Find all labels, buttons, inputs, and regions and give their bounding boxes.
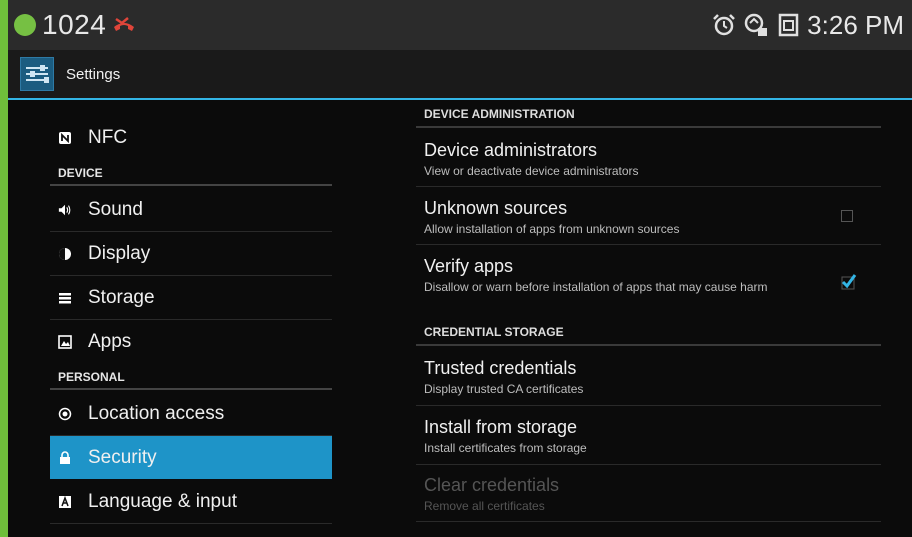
- sidebar-item-apps[interactable]: Apps: [50, 320, 332, 363]
- sync-icon: [744, 13, 768, 36]
- sidebar-item-location-access[interactable]: Location access: [50, 392, 332, 436]
- status-time: 3:26 PM: [807, 9, 904, 40]
- setting-subtitle: Remove all certificates: [424, 499, 545, 513]
- left-edge-border: [0, 0, 8, 537]
- setting-subtitle: View or deactivate device administrators: [424, 164, 639, 178]
- section-header-credential-storage: CREDENTIAL STORAGE: [416, 320, 881, 346]
- sidebar-item-label: Storage: [88, 286, 155, 308]
- setting-trusted-credentials[interactable]: Trusted credentials Display trusted CA c…: [416, 348, 881, 406]
- sidebar-item-label: Display: [88, 242, 151, 264]
- sound-icon: [58, 203, 72, 217]
- sidebar-item-label: Security: [88, 446, 157, 468]
- unknown-sources-checkbox[interactable]: [841, 210, 853, 222]
- sidebar-item-sound[interactable]: Sound: [50, 188, 332, 232]
- sidebar-item-nfc[interactable]: NFC: [50, 116, 332, 159]
- setting-install-from-storage[interactable]: Install from storage Install certificate…: [416, 407, 881, 465]
- setting-subtitle: Allow installation of apps from unknown …: [424, 222, 680, 236]
- setting-title: Clear credentials: [424, 475, 560, 495]
- status-left-group: 1024: [8, 9, 138, 41]
- sidebar-item-label: Location access: [88, 402, 225, 424]
- status-right-group: 3:26 PM: [711, 10, 904, 41]
- sidebar-header-personal: PERSONAL: [50, 366, 332, 390]
- display-icon: [58, 247, 72, 261]
- setting-subtitle: Install certificates from storage: [424, 441, 587, 455]
- section-header-device-administration: DEVICE ADMINISTRATION: [416, 102, 881, 128]
- setting-clear-credentials: Clear credentials Remove all certificate…: [416, 466, 881, 522]
- sidebar-header-device: DEVICE: [50, 162, 332, 186]
- sidebar-item-label: Apps: [88, 330, 132, 352]
- sidebar-item-label: Sound: [88, 198, 143, 220]
- sidebar-item-label: NFC: [88, 126, 128, 148]
- sidebar-item-security[interactable]: Security: [50, 436, 332, 479]
- sidebar-item-storage[interactable]: Storage: [50, 276, 332, 320]
- setting-title: Verify apps: [424, 256, 514, 276]
- screenshot-icon: [778, 13, 799, 37]
- setting-title: Trusted credentials: [424, 358, 577, 378]
- sidebar-item-display[interactable]: Display: [50, 232, 332, 276]
- language-icon: [58, 495, 72, 509]
- lock-icon: [58, 450, 72, 465]
- settings-app-icon[interactable]: [20, 57, 54, 91]
- android-settings-window: 1024 3:26 PM Settings NFC DEVICE Sound D…: [0, 0, 912, 537]
- sidebar-item-language-input[interactable]: Language & input: [50, 480, 332, 524]
- apps-icon: [58, 334, 72, 349]
- location-icon: [58, 407, 72, 421]
- missed-call-icon: [114, 17, 135, 31]
- setting-device-administrators[interactable]: Device administrators View or deactivate…: [416, 130, 881, 187]
- setting-verify-apps[interactable]: Verify apps Disallow or warn before inst…: [416, 246, 881, 316]
- setting-unknown-sources[interactable]: Unknown sources Allow installation of ap…: [416, 188, 881, 245]
- sidebar-item-label: Language & input: [88, 490, 237, 512]
- status-bar: 1024 3:26 PM: [8, 0, 912, 50]
- setting-subtitle: Display trusted CA certificates: [424, 382, 584, 396]
- action-bar: Settings: [8, 50, 912, 98]
- status-dot-icon: [14, 14, 36, 36]
- setting-title: Install from storage: [424, 417, 578, 437]
- status-number: 1024: [42, 9, 107, 40]
- nfc-icon: [58, 131, 72, 145]
- verify-apps-checkbox[interactable]: [839, 272, 857, 290]
- security-settings-content: DEVICE ADMINISTRATION Device administrat…: [416, 100, 881, 537]
- settings-sidebar: NFC DEVICE Sound Display Storage Apps PE…: [50, 100, 332, 537]
- setting-subtitle: Disallow or warn before installation of …: [424, 280, 768, 294]
- alarm-icon: [713, 14, 736, 36]
- setting-title: Device administrators: [424, 140, 598, 160]
- storage-icon: [58, 291, 72, 305]
- action-bar-title: Settings: [66, 65, 121, 83]
- setting-title: Unknown sources: [424, 198, 568, 218]
